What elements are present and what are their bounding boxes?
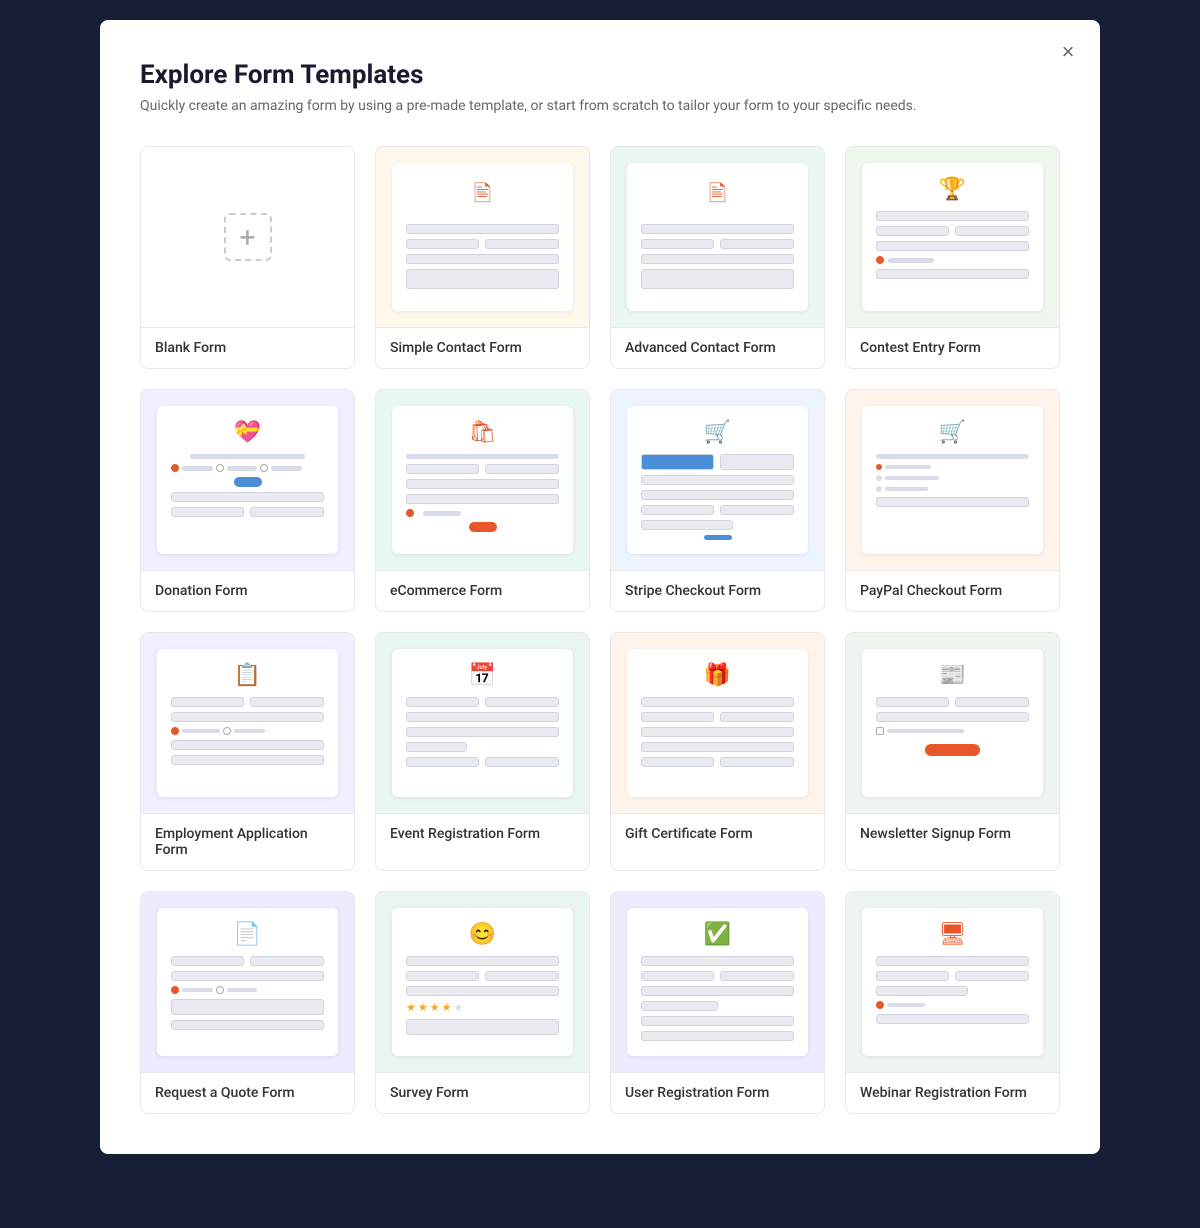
template-icon: 🖹 (474, 177, 492, 215)
template-card-gift-certificate[interactable]: 🎁 Gift Certificate Form (610, 632, 825, 871)
template-preview-stripe-checkout: 🛒 (611, 390, 824, 570)
modal-subtitle: Quickly create an amazing form by using … (140, 98, 1060, 114)
modal-overlay[interactable]: × Explore Form Templates Quickly create … (0, 0, 1200, 1228)
template-label-contest-entry: Contest Entry Form (846, 327, 1059, 368)
template-card-webinar-registration[interactable]: 🖥 Webinar Registration Form (845, 891, 1060, 1114)
template-card-survey[interactable]: 😊 ★ ★ ★ ★ ★ Survey Form (375, 891, 590, 1114)
template-icon: 🖥 (939, 922, 967, 947)
template-label-newsletter-signup: Newsletter Signup Form (846, 813, 1059, 854)
template-card-simple-contact[interactable]: 🖹 Simple Contact Form (375, 146, 590, 369)
template-label-survey: Survey Form (376, 1072, 589, 1113)
templates-grid: + Blank Form 🖹 Simple Contact Form 🖹 Adva… (140, 146, 1060, 1114)
template-label-simple-contact: Simple Contact Form (376, 327, 589, 368)
template-preview-ecommerce: 🛍 (376, 390, 589, 570)
template-preview-gift-certificate: 🎁 (611, 633, 824, 813)
template-preview-newsletter-signup: 📰 (846, 633, 1059, 813)
template-preview-inner-survey: 😊 ★ ★ ★ ★ ★ (392, 908, 573, 1056)
modal-title: Explore Form Templates (140, 60, 1060, 90)
template-card-paypal-checkout[interactable]: 🛒 PayPal Checkout Form (845, 389, 1060, 612)
template-icon: 😊 (469, 922, 496, 947)
template-preview-contest-entry: 🏆 (846, 147, 1059, 327)
template-label-gift-certificate: Gift Certificate Form (611, 813, 824, 854)
template-preview-simple-contact: 🖹 (376, 147, 589, 327)
template-preview-inner-event-registration: 📅 (392, 649, 573, 797)
template-preview-inner-donation: 💝 (157, 406, 338, 554)
modal: × Explore Form Templates Quickly create … (100, 20, 1100, 1154)
template-label-webinar-registration: Webinar Registration Form (846, 1072, 1059, 1113)
template-card-user-registration[interactable]: ✅ User Registration Form (610, 891, 825, 1114)
template-preview-blank: + (141, 147, 354, 327)
template-card-request-quote[interactable]: 📄 Request a Quote Form (140, 891, 355, 1114)
template-preview-inner-contest-entry: 🏆 (862, 163, 1043, 311)
template-preview-inner-request-quote: 📄 (157, 908, 338, 1056)
template-icon: ✅ (704, 922, 731, 947)
template-preview-inner-employment-application: 📋 (157, 649, 338, 797)
template-preview-inner-advanced-contact: 🖹 (627, 163, 808, 311)
template-preview-inner-simple-contact: 🖹 (392, 163, 573, 311)
template-preview-employment-application: 📋 (141, 633, 354, 813)
template-card-event-registration[interactable]: 📅 Event Registration Form (375, 632, 590, 871)
template-icon: 🖹 (709, 177, 727, 215)
template-icon: 📅 (469, 663, 496, 688)
template-icon: 🛍 (469, 420, 497, 445)
template-preview-donation: 💝 (141, 390, 354, 570)
template-label-donation: Donation Form (141, 570, 354, 611)
template-preview-inner-gift-certificate: 🎁 (627, 649, 808, 797)
template-card-employment-application[interactable]: 📋 Employment Application Form (140, 632, 355, 871)
template-icon: 📄 (234, 922, 261, 947)
template-card-blank[interactable]: + Blank Form (140, 146, 355, 369)
template-label-employment-application: Employment Application Form (141, 813, 354, 870)
template-icon: 📋 (234, 663, 261, 688)
template-card-ecommerce[interactable]: 🛍 eCommerce Form (375, 389, 590, 612)
template-label-blank: Blank Form (141, 327, 354, 368)
template-icon: 🛒 (939, 420, 966, 445)
template-card-donation[interactable]: 💝 Donation Form (140, 389, 355, 612)
template-preview-inner-paypal-checkout: 🛒 (862, 406, 1043, 554)
blank-form-plus: + (224, 213, 272, 261)
template-icon: 💝 (234, 420, 261, 445)
template-preview-paypal-checkout: 🛒 (846, 390, 1059, 570)
template-preview-webinar-registration: 🖥 (846, 892, 1059, 1072)
template-label-paypal-checkout: PayPal Checkout Form (846, 570, 1059, 611)
template-label-user-registration: User Registration Form (611, 1072, 824, 1113)
close-button[interactable]: × (1052, 36, 1084, 68)
template-card-advanced-contact[interactable]: 🖹 Advanced Contact Form (610, 146, 825, 369)
template-label-stripe-checkout: Stripe Checkout Form (611, 570, 824, 611)
template-icon: 📰 (939, 663, 966, 688)
template-preview-inner-ecommerce: 🛍 (392, 406, 573, 554)
template-preview-inner-stripe-checkout: 🛒 (627, 406, 808, 554)
template-card-stripe-checkout[interactable]: 🛒 Stripe Checkout Form (610, 389, 825, 612)
template-card-contest-entry[interactable]: 🏆 Contest Entry Form (845, 146, 1060, 369)
template-icon: 🛒 (704, 420, 731, 445)
template-card-newsletter-signup[interactable]: 📰 Newsletter Signup Form (845, 632, 1060, 871)
template-icon: 🏆 (939, 177, 966, 202)
template-preview-inner-webinar-registration: 🖥 (862, 908, 1043, 1056)
template-preview-event-registration: 📅 (376, 633, 589, 813)
template-label-event-registration: Event Registration Form (376, 813, 589, 854)
template-preview-advanced-contact: 🖹 (611, 147, 824, 327)
template-label-advanced-contact: Advanced Contact Form (611, 327, 824, 368)
template-preview-user-registration: ✅ (611, 892, 824, 1072)
template-preview-inner-user-registration: ✅ (627, 908, 808, 1056)
template-label-ecommerce: eCommerce Form (376, 570, 589, 611)
template-icon: 🎁 (704, 663, 731, 688)
template-preview-inner-newsletter-signup: 📰 (862, 649, 1043, 797)
template-label-request-quote: Request a Quote Form (141, 1072, 354, 1113)
template-preview-survey: 😊 ★ ★ ★ ★ ★ (376, 892, 589, 1072)
template-preview-request-quote: 📄 (141, 892, 354, 1072)
